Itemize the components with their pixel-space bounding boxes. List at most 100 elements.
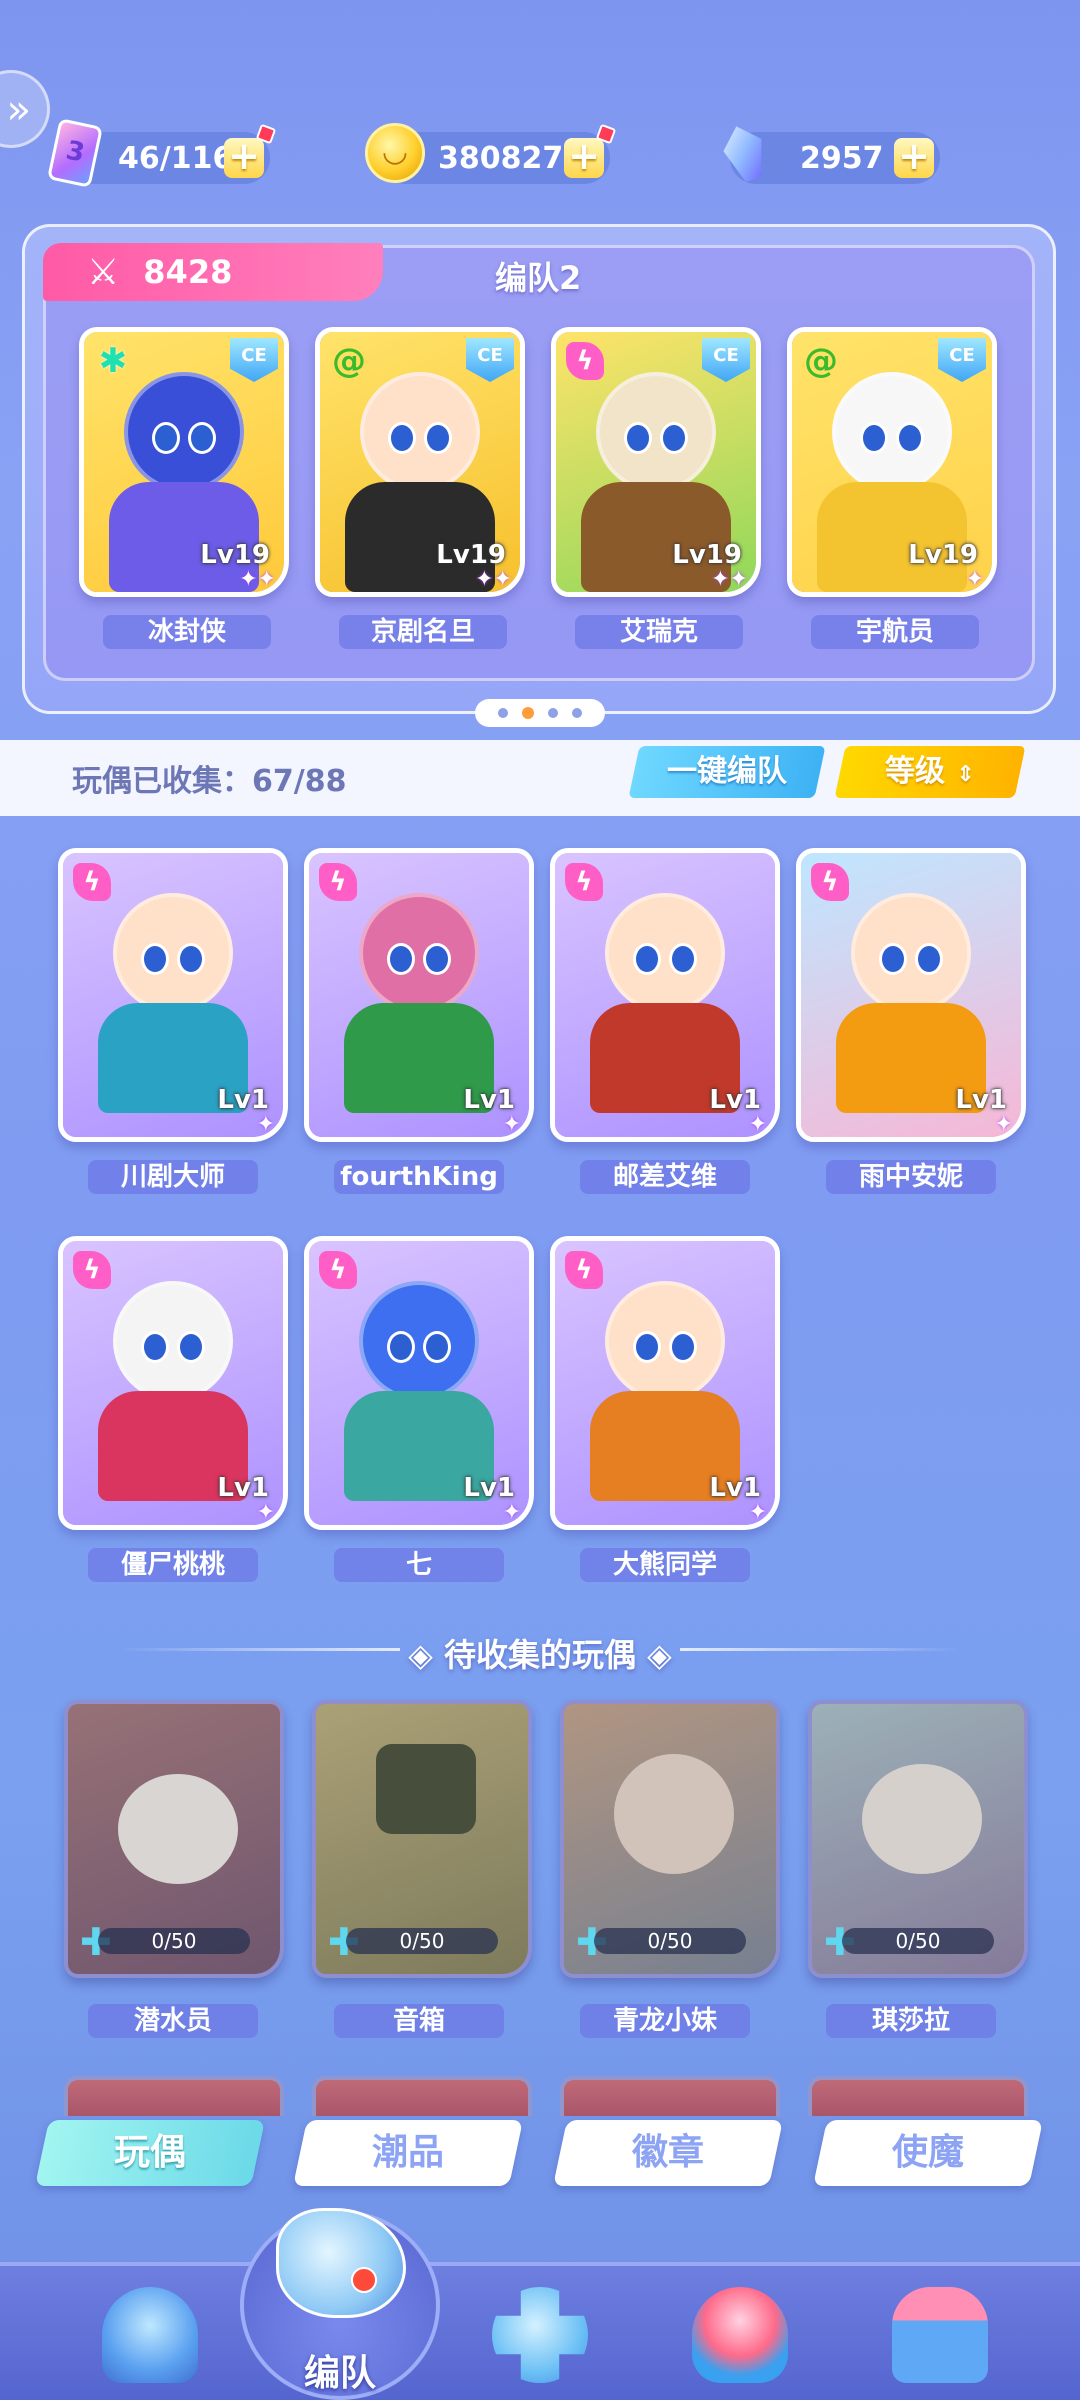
team-power-value: 8428 — [143, 253, 233, 291]
nav-team-label: 编队 — [303, 2353, 376, 2394]
doll-name: 雨中安妮 — [826, 1160, 996, 1194]
card-level: Lv19 — [672, 540, 742, 570]
card-level: Lv1 — [217, 1473, 269, 1503]
team-member-name: 冰封侠 — [103, 615, 271, 649]
nav-gacha[interactable] — [860, 2266, 1020, 2400]
next-row-card-peek — [64, 2076, 284, 2116]
double-chevron-icon: » — [6, 87, 31, 133]
bottom-navigation — [0, 2262, 1080, 2400]
lightning-element-icon: ϟ — [319, 1251, 357, 1289]
lightning-element-icon: ϟ — [565, 1251, 603, 1289]
tab-trendy-items[interactable]: 潮品 — [292, 2120, 524, 2186]
doll-card[interactable]: ϟ Lv1 ✦ — [58, 848, 288, 1142]
card-level: Lv1 — [709, 1473, 761, 1503]
team-member-name: 艾瑞克 — [575, 615, 743, 649]
doll-card[interactable]: ϟ Lv1 ✦ — [58, 1236, 288, 1530]
team-panel: ⚔ 8428 编队2 ✱ CE Lv19 ✦✦ @ CE Lv19 ✦✦ ϟ C… — [22, 224, 1056, 727]
tab-badges[interactable]: 徽章 — [552, 2120, 784, 2186]
tab-dolls[interactable]: 玩偶 — [34, 2120, 266, 2186]
energy-ticket-icon: 3 — [40, 118, 110, 188]
collection-bar: 玩偶已收集：67/88 一键编队 等级 ⇕ — [0, 740, 1080, 816]
doll-name: 音箱 — [334, 2004, 504, 2038]
coin-value: 380827 — [438, 140, 564, 176]
add-energy-button[interactable]: + — [224, 123, 277, 178]
lightning-element-icon: ϟ — [319, 863, 357, 901]
team-member-card[interactable]: ϟ CE Lv19 ✦✦ — [551, 327, 761, 597]
star-rating-icon: ✦ — [748, 1112, 767, 1137]
gem-value: 2957 — [800, 140, 884, 176]
doll-name: fourthKing — [334, 1160, 504, 1194]
star-rating-icon: ✦ — [502, 1500, 521, 1525]
uncollected-doll-card[interactable]: ✚ 0/50 — [312, 1700, 532, 1978]
coin-icon: ◡ — [360, 118, 430, 188]
page-dot — [572, 708, 582, 718]
nav-team-active[interactable]: 编队 — [240, 2208, 440, 2400]
lightning-element-icon: ϟ — [565, 863, 603, 901]
trophy-icon — [692, 2287, 788, 2383]
lightning-element-icon: ϟ — [811, 863, 849, 901]
notification-dot — [595, 123, 617, 145]
gem-resource: 2957 + — [730, 132, 940, 184]
team-member-card[interactable]: ✱ CE Lv19 ✦✦ — [79, 327, 289, 597]
team-member-card[interactable]: @ CE Lv19 ✦ — [787, 327, 997, 597]
card-level: Lv1 — [463, 1085, 515, 1115]
uncollected-doll-card[interactable]: ✚ 0/50 — [64, 1700, 284, 1978]
spiral-element-icon: @ — [332, 341, 366, 381]
puzzle-icon — [492, 2287, 588, 2383]
card-level: Lv1 — [709, 1085, 761, 1115]
doll-name: 琪莎拉 — [826, 2004, 996, 2038]
star-rating-icon: ✦ — [994, 1112, 1013, 1137]
team-title: 编队2 — [495, 259, 582, 297]
doll-name: 川剧大师 — [88, 1160, 258, 1194]
auto-team-button[interactable]: 一键编队 — [628, 746, 826, 798]
ice-element-icon: ✱ — [98, 341, 128, 381]
shard-progress: 0/50 — [594, 1928, 746, 1954]
star-rating-icon: ✦✦ — [711, 567, 748, 592]
doll-card[interactable]: ϟ Lv1 ✦ — [796, 848, 1026, 1142]
doll-name: 大熊同学 — [580, 1548, 750, 1582]
star-rating-icon: ✦ — [748, 1500, 767, 1525]
nav-home[interactable] — [70, 2266, 230, 2400]
star-rating-icon: ✦✦ — [475, 567, 512, 592]
nav-puzzle[interactable] — [460, 2266, 620, 2400]
add-coins-button[interactable]: + — [564, 123, 617, 178]
team-page-indicator[interactable] — [475, 699, 605, 727]
uncollected-doll-card[interactable]: ✚ 0/50 — [560, 1700, 780, 1978]
shard-progress: 0/50 — [842, 1928, 994, 1954]
lightning-element-icon: ϟ — [566, 342, 604, 380]
team-member-name: 京剧名旦 — [339, 615, 507, 649]
star-rating-icon: ✦✦ — [239, 567, 276, 592]
crossed-swords-icon: ⚔ — [87, 251, 120, 293]
star-rating-icon: ✦ — [965, 567, 984, 592]
sort-arrows-icon: ⇕ — [956, 762, 975, 787]
team-member-card[interactable]: @ CE Lv19 ✦✦ — [315, 327, 525, 597]
sort-by-level-button[interactable]: 等级 ⇕ — [834, 746, 1026, 798]
card-level: Lv19 — [908, 540, 978, 570]
doll-name: 青龙小妹 — [580, 2004, 750, 2038]
diamond-icon: ◈ — [408, 1636, 444, 1674]
doll-name: 邮差艾维 — [580, 1160, 750, 1194]
uncollected-doll-card[interactable]: ✚ 0/50 — [808, 1700, 1028, 1978]
crystal-icon — [710, 118, 780, 188]
page-dot — [548, 708, 558, 718]
page-dot-active — [522, 707, 534, 719]
team-whistle-icon — [276, 2208, 406, 2318]
tab-familiars[interactable]: 使魔 — [812, 2120, 1044, 2186]
gacha-machine-icon — [892, 2287, 988, 2383]
nav-trophy[interactable] — [660, 2266, 820, 2400]
shard-progress: 0/50 — [98, 1928, 250, 1954]
doll-card[interactable]: ϟ Lv1 ✦ — [304, 848, 534, 1142]
next-row-card-peek — [312, 2076, 532, 2116]
add-gems-button[interactable]: + — [894, 137, 934, 178]
notification-dot — [255, 123, 277, 145]
diamond-icon: ◈ — [636, 1636, 672, 1674]
next-row-card-peek — [560, 2076, 780, 2116]
team-member-name: 宇航员 — [811, 615, 979, 649]
doll-card[interactable]: ϟ Lv1 ✦ — [304, 1236, 534, 1530]
doll-card[interactable]: ϟ Lv1 ✦ — [550, 848, 780, 1142]
doll-card[interactable]: ϟ Lv1 ✦ — [550, 1236, 780, 1530]
star-rating-icon: ✦ — [256, 1112, 275, 1137]
doll-name: 僵尸桃桃 — [88, 1548, 258, 1582]
to-collect-heading: ◈ 待收集的玩偶 ◈ — [408, 1636, 672, 1674]
page-dot — [498, 708, 508, 718]
